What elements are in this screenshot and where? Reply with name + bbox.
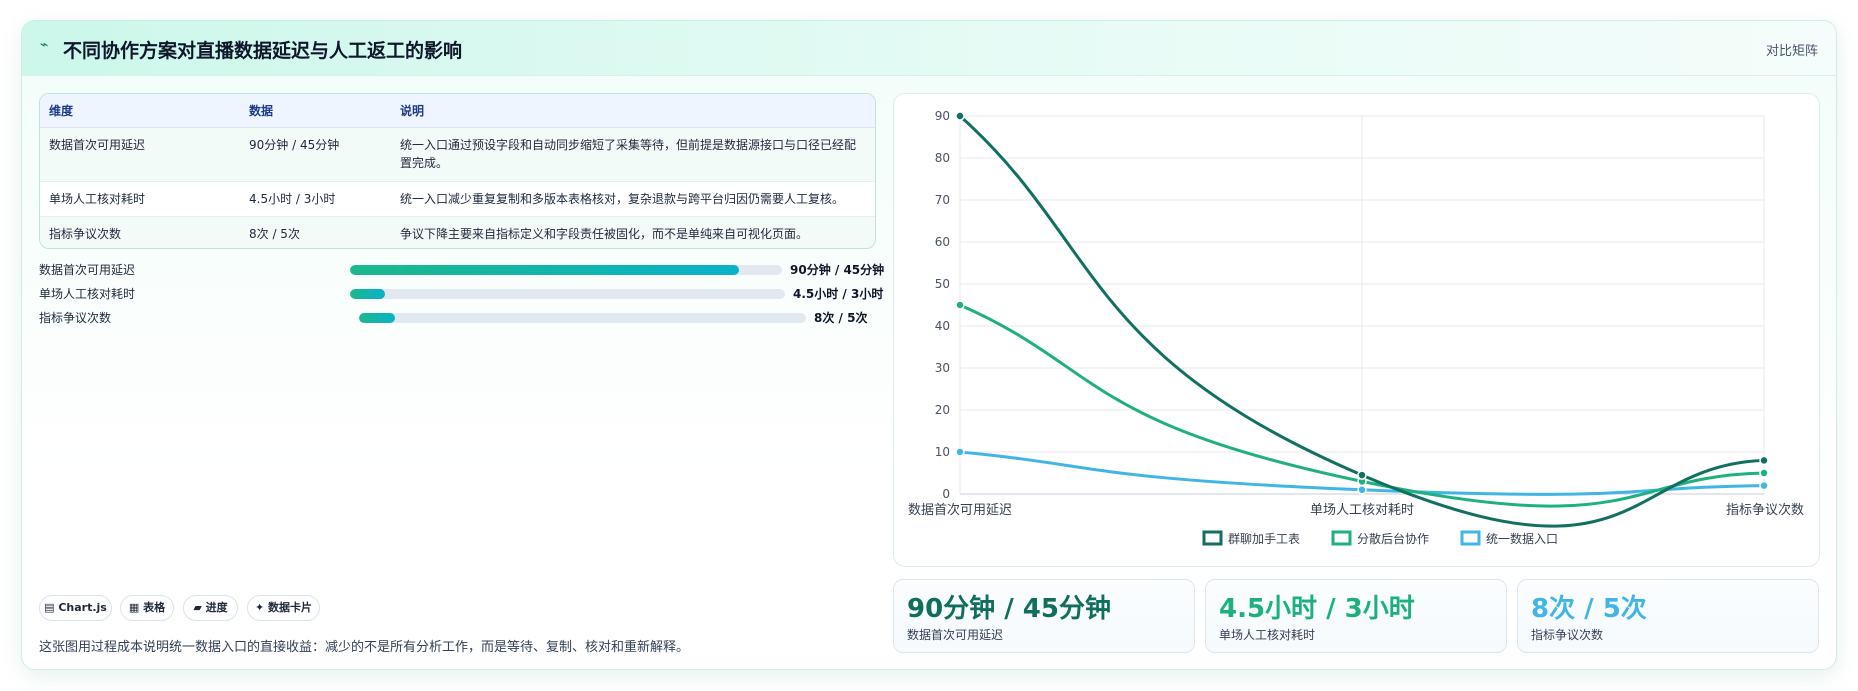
chip-data-card[interactable]: ✦ 数据卡片: [247, 595, 320, 621]
progress-value: 4.5小时 / 3小时: [793, 287, 884, 301]
chart-panel: 0 10 20 30 40 50 60 70 80 90 数据首次可用延迟 单场人工核对耗时 指标争议次…: [893, 93, 1820, 567]
x-tick-label: 数据首次可用延迟: [908, 502, 1012, 518]
y-tick-label: 30: [935, 361, 950, 375]
chip-progress[interactable]: ▰ 进度: [183, 595, 238, 621]
table-cell: 争议下降主要来自指标定义和字段责任被固化，而不是单纯来自可视化页面。: [391, 216, 875, 248]
chip-table[interactable]: ▦ 表格: [120, 595, 174, 621]
chip-chartjs[interactable]: ▤ Chart.js: [39, 595, 112, 621]
column-header: 说明: [391, 94, 875, 128]
data-point: [1759, 455, 1769, 466]
table-header-row: 维度 数据 说明: [40, 94, 875, 128]
table-cell: 指标争议次数: [40, 216, 240, 248]
table-row: 指标争议次数 8次 / 5次 争议下降主要来自指标定义和字段责任被固化，而不是单…: [40, 216, 875, 248]
stat-label: 指标争议次数: [1531, 628, 1604, 642]
progress-label: 指标争议次数: [39, 311, 112, 325]
data-point: [955, 111, 965, 121]
progress-track: [350, 289, 785, 299]
progress-fill: [359, 313, 395, 323]
y-tick-label: 90: [935, 109, 950, 123]
progress-track: [350, 265, 782, 275]
table-cell: 4.5小时 / 3小时: [240, 181, 391, 217]
data-point: [955, 447, 965, 457]
y-tick-label: 60: [935, 235, 950, 249]
progress-value: 8次 / 5次: [814, 311, 868, 325]
table-cell: 单场人工核对耗时: [40, 181, 240, 217]
y-tick-label: 40: [935, 319, 950, 333]
y-tick-label: 0: [942, 487, 950, 501]
data-point: [1759, 480, 1769, 491]
stat-card: 4.5小时 / 3小时 单场人工核对耗时: [1205, 579, 1507, 653]
stat-value: 4.5小时 / 3小时: [1219, 594, 1415, 624]
data-point: [955, 300, 965, 310]
progress-label: 数据首次可用延迟: [39, 263, 136, 277]
stat-value: 90分钟 / 45分钟: [907, 594, 1111, 624]
stat-card: 90分钟 / 45分钟 数据首次可用延迟: [893, 579, 1195, 653]
table-cell: 统一入口减少重复复制和多版本表格核对，复杂退款与跨平台归因仍需要人工复核。: [391, 181, 875, 217]
y-tick-label: 80: [935, 151, 950, 165]
x-tick-label: 指标争议次数: [1726, 502, 1804, 518]
progress-row: 单场人工核对耗时 4.5小时 / 3小时: [39, 284, 883, 302]
table-cell: 8次 / 5次: [240, 216, 391, 248]
legend-label: 分散后台协作: [1357, 531, 1429, 546]
legend-swatch: [1331, 530, 1352, 546]
legend-swatch: [1460, 530, 1481, 546]
line-chart: 0 10 20 30 40 50 60 70 80 90 数据首次可用延迟 单场人工核对耗时 指标争议次…: [908, 109, 1804, 546]
table-cell: 统一入口通过预设字段和自动同步缩短了采集等待，但前提是数据源接口与口径已经配置完…: [391, 127, 875, 182]
sparkline-icon: ⌁: [40, 37, 49, 53]
legend-swatch: [1202, 530, 1223, 546]
view-tag[interactable]: 对比矩阵: [1766, 40, 1818, 59]
y-tick-label: 20: [935, 403, 950, 417]
data-point: [1357, 485, 1367, 495]
summary-text: 这张图用过程成本说明统一数据入口的直接收益：减少的不是所有分析工作，而是等待、复…: [39, 640, 690, 655]
stat-value: 8次 / 5次: [1531, 594, 1647, 624]
y-tick-label: 10: [935, 445, 950, 459]
comparison-card: ⌁ 不同协作方案对直播数据延迟与人工返工的影响 对比矩阵 维度 数据 说明 数据…: [21, 20, 1837, 670]
progress-row: 数据首次可用延迟 90分钟 / 45分钟: [39, 260, 884, 278]
data-point: [1759, 468, 1769, 478]
table-row: 数据首次可用延迟 90分钟 / 45分钟 统一入口通过预设字段和自动同步缩短了采…: [40, 127, 875, 182]
progress-fill: [350, 265, 739, 275]
stat-card: 8次 / 5次 指标争议次数: [1517, 579, 1819, 653]
table-cell: 90分钟 / 45分钟: [240, 127, 391, 182]
column-header: 数据: [240, 94, 391, 128]
column-header: 维度: [40, 94, 240, 128]
table-cell: 数据首次可用延迟: [40, 127, 240, 182]
y-tick-label: 50: [935, 277, 950, 291]
stat-label: 单场人工核对耗时: [1219, 628, 1316, 642]
table-row: 单场人工核对耗时 4.5小时 / 3小时 统一入口减少重复复制和多版本表格核对，…: [40, 181, 875, 217]
card-header: ⌁ 不同协作方案对直播数据延迟与人工返工的影响 对比矩阵: [22, 21, 1836, 76]
progress-row: 指标争议次数 8次 / 5次: [39, 308, 879, 326]
x-tick-label: 单场人工核对耗时: [1310, 503, 1414, 518]
stat-label: 数据首次可用延迟: [907, 628, 1004, 642]
progress-label: 单场人工核对耗时: [39, 287, 136, 301]
data-table: 维度 数据 说明 数据首次可用延迟 90分钟 / 45分钟 统一入口通过预设字段…: [39, 93, 876, 249]
data-point: [1357, 470, 1367, 480]
y-tick-label: 70: [935, 193, 950, 207]
progress-track: [359, 313, 806, 323]
legend-label: 群聊加手工表: [1228, 532, 1300, 546]
progress-value: 90分钟 / 45分钟: [790, 263, 885, 277]
progress-fill: [350, 289, 385, 299]
card-title: 不同协作方案对直播数据延迟与人工返工的影响: [63, 40, 463, 62]
legend-label: 统一数据入口: [1486, 531, 1558, 546]
